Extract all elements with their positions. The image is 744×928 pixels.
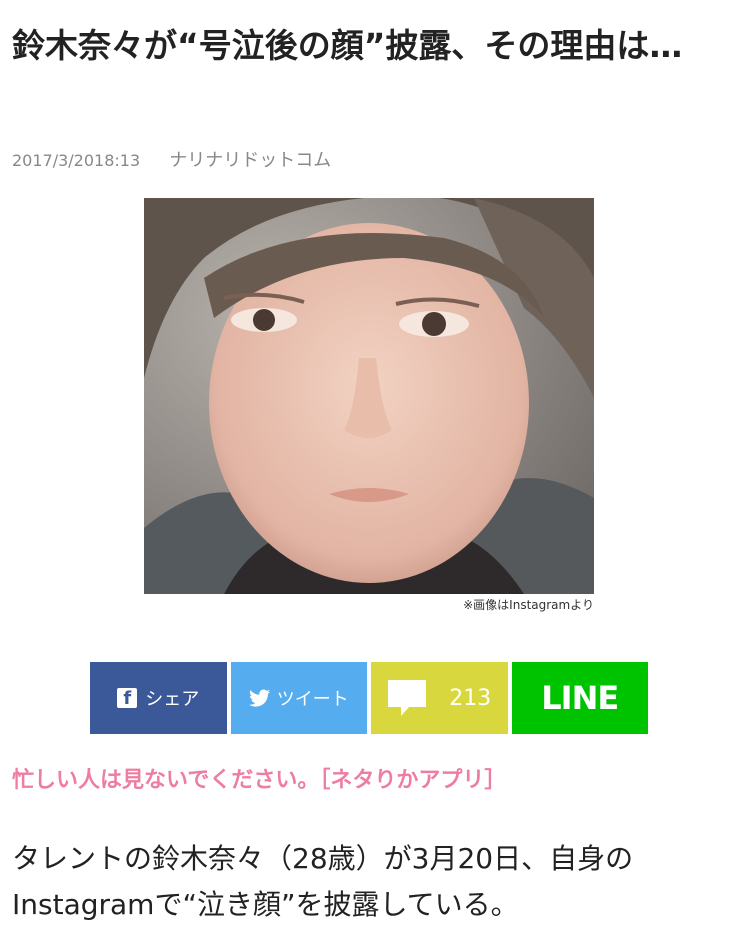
promo-link[interactable]: 忙しい人は見ないでください。［ネタりかアプリ］ bbox=[12, 762, 506, 794]
line-label: LINE bbox=[541, 679, 619, 717]
article-body: タレントの鈴木奈々（28歳）が3月20日、自身のInstagramで“泣き顔”を… bbox=[12, 842, 634, 921]
comment-bubble-icon bbox=[387, 679, 427, 717]
photo-illustration bbox=[144, 198, 594, 594]
share-buttons: f シェア ツイート 213 LINE bbox=[90, 662, 648, 734]
comments-button[interactable]: 213 bbox=[371, 662, 508, 734]
facebook-share-label: シェア bbox=[145, 689, 200, 710]
article-date: 2017/3/2018:13 bbox=[12, 151, 141, 170]
image-caption: ※画像はInstagramより bbox=[463, 598, 594, 612]
twitter-icon bbox=[248, 689, 271, 707]
article-source[interactable]: ナリナリドットコム bbox=[169, 150, 331, 171]
twitter-share-label: ツイート bbox=[276, 689, 349, 710]
facebook-share-button[interactable]: f シェア bbox=[90, 662, 227, 734]
article-photo bbox=[144, 198, 594, 594]
line-share-button[interactable]: LINE bbox=[511, 662, 648, 734]
comment-count: 213 bbox=[449, 685, 492, 711]
article-meta: 2017/3/2018:13 ナリナリドットコム bbox=[12, 146, 331, 172]
twitter-share-button[interactable]: ツイート bbox=[230, 662, 367, 734]
article-title: 鈴木奈々が“号泣後の顔”披露、その理由は… bbox=[12, 26, 683, 65]
facebook-icon: f bbox=[117, 688, 138, 709]
